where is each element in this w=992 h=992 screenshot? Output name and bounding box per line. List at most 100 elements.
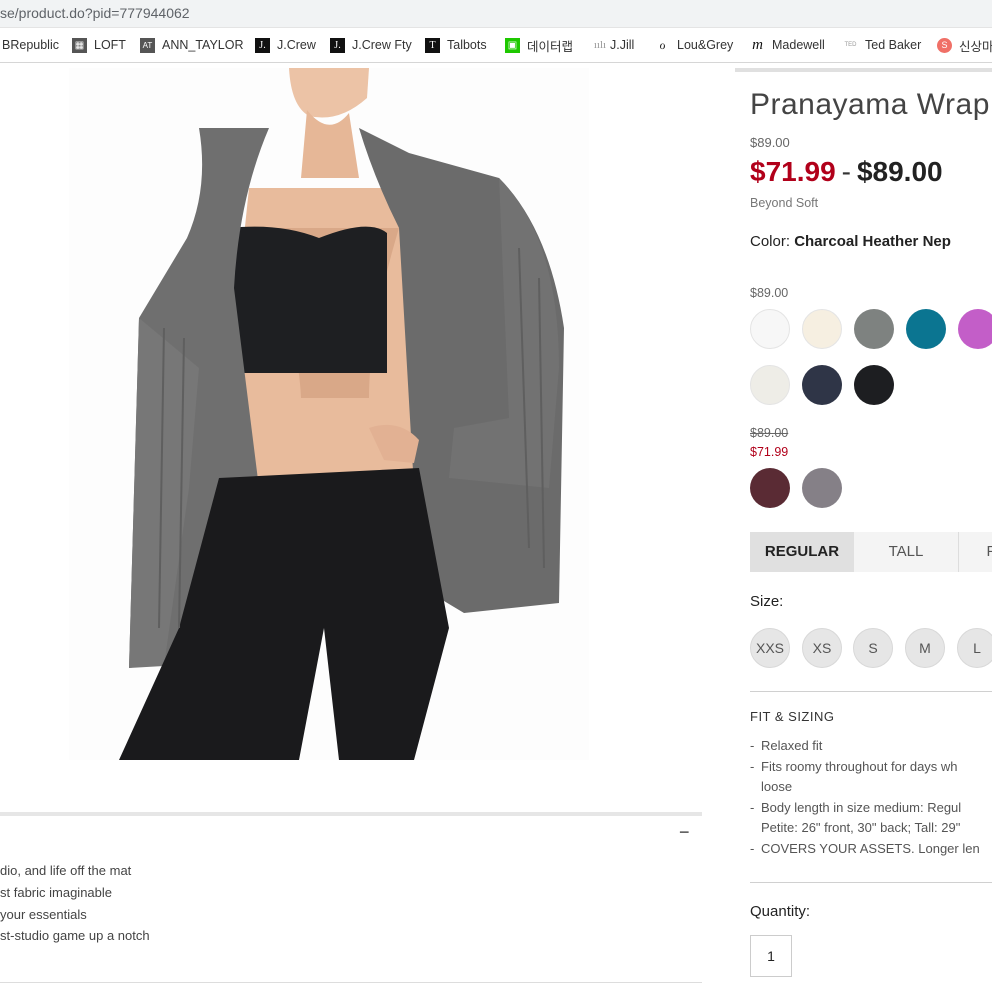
bookmark-label: Ted Baker [865, 38, 922, 52]
bookmark-label: J.Crew [277, 38, 316, 52]
tedbaker-icon: TED [844, 42, 857, 48]
color-swatch[interactable] [750, 365, 790, 405]
jcrew-icon: J. [255, 37, 270, 53]
bookmark-jjill[interactable]: ıılı J.Jill [593, 36, 634, 54]
address-bar[interactable]: se/product.do?pid=777944062 [0, 0, 992, 28]
color-swatch[interactable] [802, 365, 842, 405]
bookmark-label: Madewell [772, 38, 825, 52]
bookmark-label: J.Jill [610, 38, 635, 52]
bookmark-label: Lou&Grey [677, 38, 734, 52]
bookmark-datalab[interactable]: ▣ 데이터랩 [505, 36, 573, 54]
details-bullet: st fabric imaginable [0, 884, 112, 900]
bookmark-jcrew[interactable]: J. J.Crew [255, 36, 316, 54]
bookmark-label: Talbots [447, 38, 487, 52]
bookmark-lougrey[interactable]: ℴ Lou&Grey [655, 36, 733, 54]
bookmarks-bar: BRepublic ▦ LOFT AT ANN_TAYLOR J. J.Crew… [0, 28, 992, 63]
divider [750, 691, 992, 692]
swatch-group-sale-price: $71.99 [750, 445, 789, 459]
color-swatch[interactable] [906, 309, 946, 349]
fit-item-text: Relaxed fit [761, 738, 823, 753]
bookmark-label: J.Crew Fty [352, 38, 412, 52]
info-divider [735, 68, 992, 72]
color-label: Color: Charcoal Heather Nep [750, 233, 951, 250]
fit-item-cont: loose [750, 777, 992, 798]
bullet-dash: - [750, 840, 755, 856]
fit-sizing-heading[interactable]: FIT & SIZING [750, 709, 835, 724]
fit-tabs: REGULAR TALL P [750, 532, 992, 572]
bullet-dash: - [750, 738, 755, 753]
product-image[interactable] [69, 68, 589, 760]
color-label-text: Color: [750, 233, 791, 250]
tab-regular[interactable]: REGULAR [750, 532, 854, 572]
bookmark-label: 데이터랩 [527, 39, 574, 54]
bookmark-sinsangma[interactable]: S 신상마 [937, 36, 992, 54]
price-range: $71.99- $89.00 [750, 156, 943, 188]
fit-item-text: loose [761, 779, 793, 794]
color-swatch[interactable] [750, 309, 790, 349]
color-swatch[interactable] [802, 309, 842, 349]
bookmark-jcrew-factory[interactable]: J. J.Crew Fty [330, 36, 412, 54]
lougrey-icon: ℴ [659, 37, 666, 53]
collapse-icon[interactable]: − [679, 822, 690, 843]
selected-color: Charcoal Heather Nep [794, 233, 951, 250]
bookmark-brepublic[interactable]: BRepublic [2, 36, 59, 54]
regular-price: $89.00 [856, 156, 943, 187]
bookmark-tedbaker[interactable]: TED Ted Baker [843, 36, 922, 54]
datalab-icon: ▣ [505, 37, 520, 53]
size-s[interactable]: S [853, 628, 893, 668]
bookmark-loft[interactable]: ▦ LOFT [72, 36, 126, 54]
size-xs[interactable]: XS [802, 628, 842, 668]
bookmark-label: ANN_TAYLOR [162, 38, 244, 52]
bookmark-talbots[interactable]: T Talbots [425, 36, 487, 54]
swatch-group-price: $89.00 [750, 286, 789, 300]
fit-item-cont: Petite: 26" front, 30" back; Tall: 29" [750, 818, 992, 839]
sinsangma-icon: S [937, 37, 952, 53]
divider [750, 882, 992, 883]
details-bullet: st-studio game up a notch [0, 928, 150, 944]
quantity-label: Quantity: [750, 903, 811, 920]
details-divider [0, 812, 702, 816]
fit-item: - Fits roomy throughout for days wh [750, 757, 992, 778]
sale-price: $71.99 [750, 156, 836, 187]
color-swatch[interactable] [802, 468, 842, 508]
details-bullet: dio, and life off the mat [0, 863, 132, 878]
bookmark-ann-taylor[interactable]: AT ANN_TAYLOR [140, 36, 244, 54]
details-bullet: your essentials [0, 906, 87, 922]
fit-item-text: Petite: 26" front, 30" back; Tall: 29" [761, 820, 961, 835]
url-text[interactable]: se/product.do?pid=777944062 [0, 5, 190, 21]
details-bullets: dio, and life off the mat st fabric imag… [0, 860, 150, 947]
bullet-dash: - [750, 799, 755, 815]
loft-icon: ▦ [72, 37, 87, 53]
fit-item: - Body length in size medium: Regul [750, 798, 992, 819]
price-dash: - [841, 156, 851, 187]
color-swatch[interactable] [750, 468, 790, 508]
tab-tall[interactable]: TALL [854, 532, 958, 572]
details-bottom-divider [0, 982, 702, 983]
fit-item: - COVERS YOUR ASSETS. Longer len [750, 839, 992, 860]
at-icon: AT [140, 37, 155, 53]
product-title: Pranayama Wrap [750, 88, 990, 121]
bookmark-label: BRepublic [2, 38, 59, 52]
color-swatch[interactable] [854, 309, 894, 349]
quantity-input[interactable]: 1 [750, 935, 792, 977]
fit-item-text: Body length in size medium: Regul [761, 799, 962, 815]
size-xxs[interactable]: XXS [750, 628, 790, 668]
bookmark-madewell[interactable]: m Madewell [750, 36, 825, 54]
madewell-icon: m [752, 36, 763, 53]
color-swatch[interactable] [854, 365, 894, 405]
bookmark-label: 신상마 [959, 39, 992, 54]
bullet-dash: - [750, 758, 755, 774]
fit-sizing-list: - Relaxed fit - Fits roomy throughout for … [750, 736, 992, 859]
tab-petite[interactable]: P [958, 532, 992, 572]
bookmark-label: LOFT [94, 38, 126, 52]
fit-item-text: Fits roomy throughout for days wh [761, 758, 958, 774]
jjill-icon: ıılı [593, 39, 607, 51]
talbots-icon: T [425, 37, 440, 53]
model-illustration [69, 68, 589, 760]
size-l[interactable]: L [957, 628, 992, 668]
size-m[interactable]: M [905, 628, 945, 668]
swatch-group-was-price: $89.00 [750, 426, 789, 440]
original-price: $89.00 [750, 135, 790, 150]
color-swatch[interactable] [958, 309, 992, 349]
collection-name: Beyond Soft [750, 196, 819, 210]
